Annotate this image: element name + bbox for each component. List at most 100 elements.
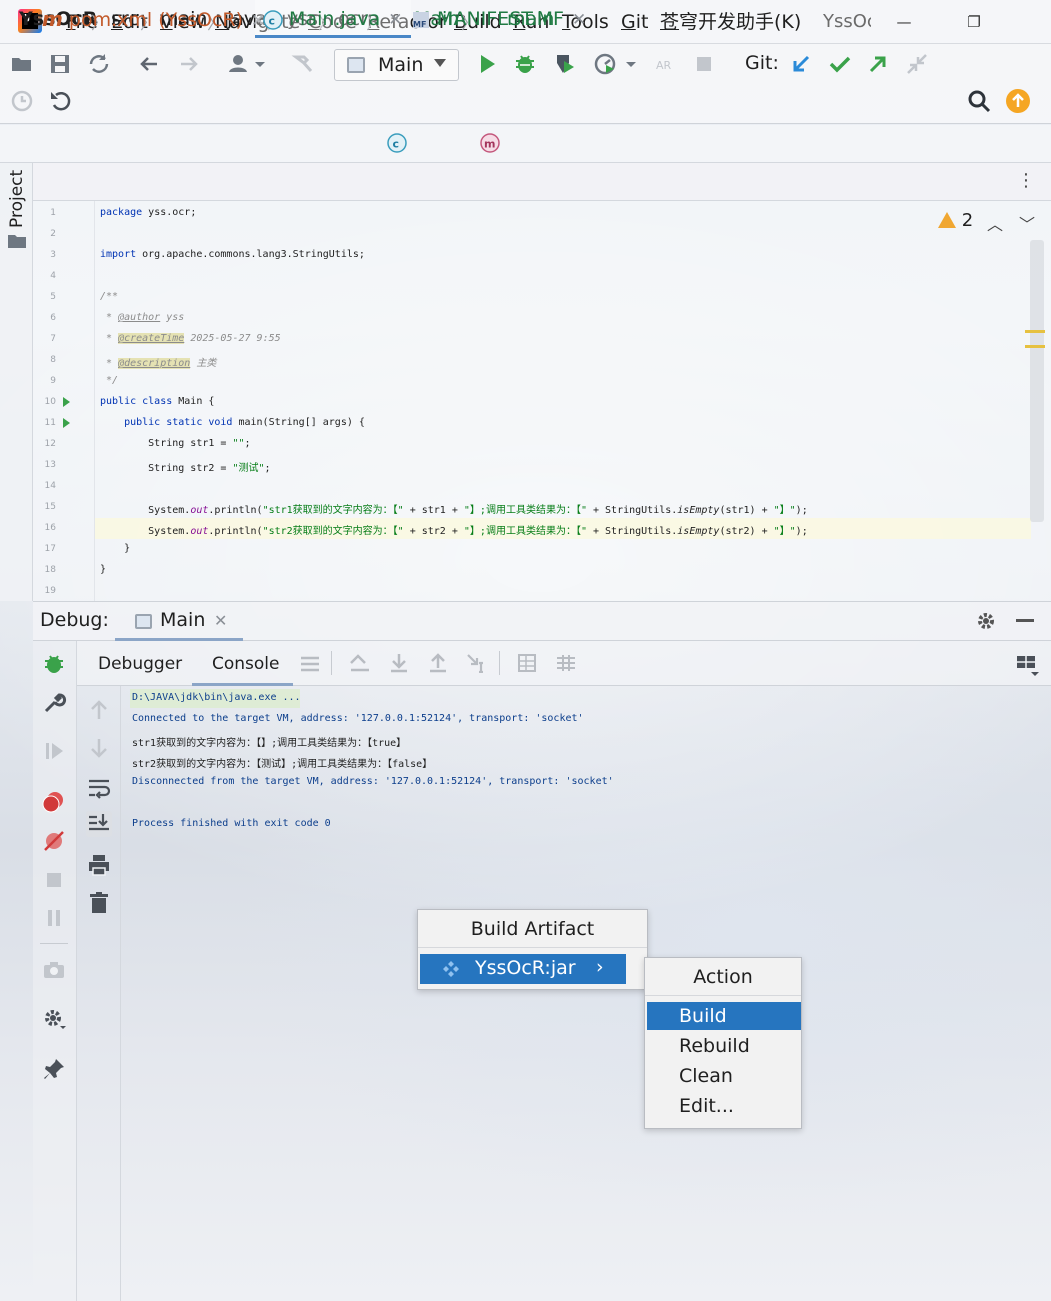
run-icon[interactable] [474,51,502,79]
gear-icon[interactable] [975,610,997,632]
code-line-10: public class Main { [100,396,215,407]
evaluate-expression-icon[interactable] [517,653,537,673]
minimize-panel-icon[interactable] [1016,619,1034,622]
attach-debugger-icon[interactable]: AR [652,51,680,79]
mute-breakpoints-icon[interactable] [41,828,67,854]
line-number: 18 [44,565,56,575]
pause-icon[interactable] [41,905,67,931]
search-icon[interactable] [966,88,994,116]
run-gutter-icon[interactable] [63,418,70,428]
java-class-icon: c [387,133,407,153]
hammer-icon[interactable] [290,51,318,79]
sync-icon[interactable] [86,51,114,79]
wrench-icon[interactable] [41,690,67,716]
build-artifact-popup: Build Artifact YssOcR:jar › [417,909,648,990]
run-configuration-select[interactable]: Main [334,49,459,81]
line-number: 9 [50,376,56,386]
close-icon[interactable]: ✕ [572,10,586,30]
method-icon: m [480,133,500,153]
soft-wrap-icon[interactable] [86,775,112,801]
close-icon[interactable]: ✕ [214,611,227,630]
show-execution-point-icon[interactable] [349,653,371,673]
rollback-icon[interactable] [48,88,76,116]
warning-count: 2 [961,210,974,231]
console-line: Disconnected from the target VM, address… [132,776,614,787]
pin-icon[interactable] [41,1056,67,1082]
stop-icon[interactable] [41,867,67,893]
tabs-more-icon[interactable]: ⋮ [1017,170,1035,191]
menu-git[interactable]: Git [621,9,648,35]
coverage-icon[interactable] [552,51,580,79]
camera-icon[interactable] [41,957,67,983]
svg-text:c: c [269,14,276,27]
artifact-icon [442,960,460,978]
step-over-icon[interactable] [389,653,409,673]
debug-session-tab[interactable]: Main ✕ [115,601,243,641]
open-folder-icon[interactable] [9,51,37,79]
code-line-6: * @author yss [100,312,185,323]
restore-button[interactable]: ❐ [962,9,986,35]
down-arrow-icon[interactable] [86,735,112,761]
divider [331,651,332,675]
error-stripe-marker[interactable] [1025,330,1045,333]
tab-manifest[interactable]: MF MANIFEST.MF ✕ [411,0,586,38]
git-merge-icon[interactable] [904,51,932,79]
action-edit[interactable]: Edit... [647,1092,801,1120]
menu-plugin-assistant[interactable]: 苍穹开发助手(K) [660,9,801,35]
close-icon[interactable]: ✕ [388,10,402,30]
trace-icon[interactable] [555,653,577,673]
back-icon[interactable] [136,51,164,79]
minimize-button[interactable]: — [892,9,916,35]
chevron-right-icon: › [596,956,604,978]
profile-dropdown-icon[interactable] [592,51,638,79]
tab-main-java[interactable]: c Main.java ✕ [255,0,411,38]
tab-pom-xml[interactable]: m pom.xml (YssOcR) ✕ [42,0,265,38]
inspection-warnings[interactable]: 2 [938,210,973,231]
line-number: 7 [50,334,56,344]
manifest-icon: MF [411,10,431,30]
debug-bug-icon[interactable] [512,51,540,79]
artifact-item-yssocr-jar[interactable]: YssOcR:jar › [420,954,626,984]
previous-highlight-icon[interactable]: ︿ [987,211,1003,235]
tab-console[interactable]: Console [212,652,280,676]
project-tab-label: Project [7,169,27,228]
resume-icon[interactable] [41,738,67,764]
save-icon[interactable] [47,51,75,79]
run-gutter-icon[interactable] [63,397,70,407]
print-icon[interactable] [86,852,112,878]
step-out-icon[interactable] [428,653,448,673]
action-rebuild[interactable]: Rebuild [647,1032,801,1060]
user-dropdown-icon[interactable] [226,51,268,79]
scroll-to-end-icon[interactable] [86,811,112,837]
tab-debugger[interactable]: Debugger [98,652,182,676]
forward-icon[interactable] [176,51,204,79]
git-push-icon[interactable] [865,51,893,79]
editor-scrollbar[interactable] [1030,240,1044,522]
action-build[interactable]: Build [647,1002,801,1030]
trash-icon[interactable] [86,890,112,916]
git-update-icon[interactable] [788,51,816,79]
list-icon[interactable] [300,655,320,673]
chevron-down-icon [434,59,446,67]
git-commit-icon[interactable] [827,51,855,79]
action-popup: Action Build Rebuild Clean Edit... [644,957,802,1129]
stop-icon[interactable] [691,51,719,79]
next-highlight-icon[interactable]: ﹀ [1019,211,1035,235]
java-class-icon: c [263,9,283,30]
up-arrow-icon[interactable] [86,697,112,723]
rerun-debug-icon[interactable] [41,651,67,677]
folder-icon [8,234,26,248]
layout-options-icon[interactable] [1016,654,1040,678]
action-clean[interactable]: Clean [647,1062,801,1090]
code-line-9: */ [100,375,119,386]
line-number: 19 [44,586,56,596]
console-line: str1获取到的文字内容为：【】;调用工具类结果为：【true】 [132,738,407,749]
history-icon[interactable] [9,88,37,116]
update-available-icon[interactable] [1005,88,1033,116]
view-breakpoints-icon[interactable] [41,789,67,815]
code-line-11: public static void main(String[] args) { [100,417,365,428]
run-to-cursor-icon[interactable] [466,653,488,673]
error-stripe-marker[interactable] [1025,345,1045,348]
run-config-label: Main [378,54,424,76]
settings-dropdown-icon[interactable] [41,1006,67,1032]
